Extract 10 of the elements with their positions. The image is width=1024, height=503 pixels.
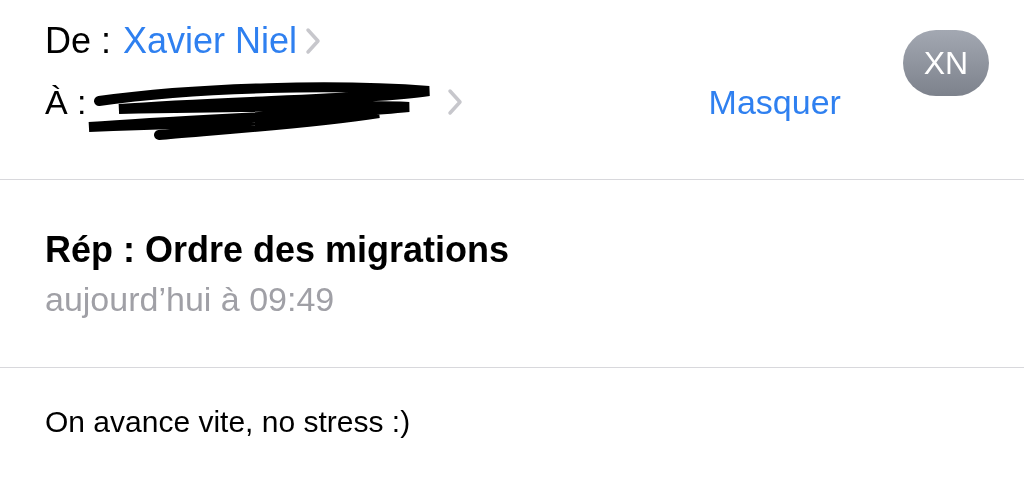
email-body: On avance vite, no stress :) (45, 404, 412, 440)
hide-link[interactable]: Masquer (708, 76, 841, 128)
chevron-icon (446, 88, 463, 116)
to-label: À : (45, 81, 87, 123)
sender-name[interactable]: Xavier Niel (123, 14, 298, 68)
avatar: XN (903, 30, 989, 96)
email-date: aujourd’hui à 09:49 (45, 279, 336, 320)
from-label: De : (45, 19, 112, 63)
email-subject: Rép : Ordre des migrations (45, 228, 511, 272)
chevron-icon (305, 27, 322, 55)
